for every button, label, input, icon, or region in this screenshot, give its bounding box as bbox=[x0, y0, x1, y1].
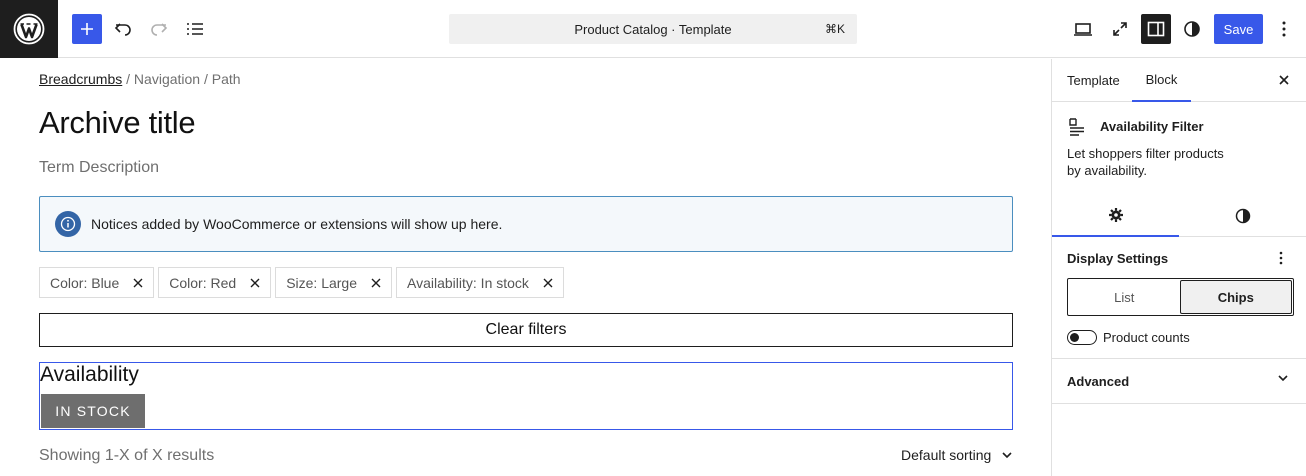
display-option-list[interactable]: List bbox=[1069, 280, 1180, 314]
active-filter-chip[interactable]: Availability: In stock bbox=[396, 267, 564, 298]
availability-filter-block[interactable]: Availability IN STOCK bbox=[39, 362, 1013, 430]
breadcrumb-link[interactable]: Breadcrumbs bbox=[39, 71, 122, 87]
sorting-value: Default sorting bbox=[901, 447, 992, 463]
device-preview-button[interactable] bbox=[1068, 14, 1098, 44]
block-name: Availability Filter bbox=[1100, 119, 1204, 134]
command-shortcut: ⌘K bbox=[824, 22, 845, 36]
product-counts-toggle[interactable] bbox=[1067, 330, 1097, 345]
styles-icon bbox=[1235, 208, 1250, 224]
advanced-panel-toggle[interactable]: Advanced bbox=[1052, 358, 1306, 404]
tab-styles[interactable] bbox=[1179, 195, 1306, 237]
sidebar-icon bbox=[1147, 21, 1165, 37]
store-notice[interactable]: Notices added by WooCommerce or extensio… bbox=[39, 196, 1013, 252]
close-sidebar-button[interactable] bbox=[1275, 71, 1293, 89]
active-filter-chip[interactable]: Color: Blue bbox=[39, 267, 155, 298]
display-settings-options-button[interactable] bbox=[1274, 249, 1288, 267]
save-button[interactable]: Save bbox=[1214, 14, 1263, 44]
tab-block[interactable]: Block bbox=[1132, 59, 1191, 102]
remove-filter-icon[interactable] bbox=[543, 278, 553, 288]
more-vertical-icon bbox=[1282, 21, 1286, 37]
document-title: Product Catalog · Template bbox=[574, 21, 732, 37]
active-filter-chip[interactable]: Color: Red bbox=[158, 267, 272, 298]
redo-icon bbox=[151, 23, 168, 36]
editor-canvas: Breadcrumbs / Navigation / Path Archive … bbox=[0, 59, 1051, 476]
display-settings-title: Display Settings bbox=[1067, 251, 1169, 266]
settings-sidebar: Template Block Availability Filter Let s… bbox=[1051, 59, 1306, 476]
command-palette-bar[interactable]: Product Catalog · Template ⌘K bbox=[449, 14, 857, 44]
active-filter-label: Size: Large bbox=[286, 274, 358, 291]
styles-icon bbox=[1184, 21, 1200, 37]
chevron-down-icon bbox=[1001, 451, 1013, 459]
availability-heading[interactable]: Availability bbox=[40, 363, 139, 387]
styles-button[interactable] bbox=[1177, 14, 1207, 44]
remove-filter-icon[interactable] bbox=[133, 278, 143, 288]
chevron-down-icon bbox=[1277, 374, 1289, 382]
toggle-knob bbox=[1070, 333, 1079, 342]
add-block-button[interactable] bbox=[72, 14, 102, 44]
tab-template[interactable]: Template bbox=[1067, 59, 1120, 102]
plus-icon bbox=[81, 23, 93, 35]
active-filters: Color: Blue Color: Red Size: Large Avail… bbox=[39, 267, 564, 298]
sorting-select[interactable]: Default sorting bbox=[901, 447, 1013, 463]
notice-text: Notices added by WooCommerce or extensio… bbox=[91, 216, 503, 232]
info-icon bbox=[55, 211, 81, 237]
term-description[interactable]: Term Description bbox=[39, 159, 159, 177]
block-description: Let shoppers filter products by availabi… bbox=[1067, 146, 1224, 178]
redo-button[interactable] bbox=[144, 14, 174, 44]
product-counts-label: Product counts bbox=[1103, 330, 1190, 345]
clear-filters-button[interactable]: Clear filters bbox=[39, 313, 1013, 347]
breadcrumb: Breadcrumbs / Navigation / Path bbox=[39, 71, 241, 87]
undo-button[interactable] bbox=[108, 14, 138, 44]
sidebar-tabs: Template Block bbox=[1052, 59, 1306, 102]
advanced-label: Advanced bbox=[1067, 374, 1130, 389]
gear-icon bbox=[1108, 208, 1123, 222]
undo-icon bbox=[114, 23, 131, 36]
settings-sidebar-toggle[interactable] bbox=[1141, 14, 1171, 44]
document-overview-button[interactable] bbox=[180, 14, 210, 44]
remove-filter-icon[interactable] bbox=[250, 278, 260, 288]
zoom-out-button[interactable] bbox=[1105, 14, 1135, 44]
filter-block-icon bbox=[1067, 117, 1087, 142]
desktop-icon bbox=[1074, 23, 1092, 36]
active-filter-label: Availability: In stock bbox=[407, 274, 529, 291]
block-inspector-tabs bbox=[1052, 195, 1306, 237]
active-filter-chip[interactable]: Size: Large bbox=[275, 267, 393, 298]
options-menu-button[interactable] bbox=[1270, 14, 1298, 44]
wordpress-logo-icon bbox=[13, 13, 45, 45]
editor-top-bar: Product Catalog · Template ⌘K Save bbox=[0, 0, 1306, 58]
tab-settings[interactable] bbox=[1052, 195, 1179, 237]
list-view-icon bbox=[187, 23, 203, 35]
close-icon bbox=[1279, 75, 1289, 85]
in-stock-chip[interactable]: IN STOCK bbox=[41, 394, 145, 428]
display-option-chips[interactable]: Chips bbox=[1179, 280, 1292, 314]
more-vertical-icon bbox=[1279, 251, 1283, 265]
fullscreen-icon bbox=[1113, 22, 1127, 36]
wordpress-logo[interactable] bbox=[0, 0, 58, 58]
active-filter-label: Color: Blue bbox=[50, 274, 120, 291]
results-count: Showing 1-X of X results bbox=[39, 447, 215, 464]
archive-title[interactable]: Archive title bbox=[39, 105, 196, 141]
active-filter-label: Color: Red bbox=[169, 274, 237, 291]
breadcrumb-path: / Navigation / Path bbox=[122, 71, 241, 87]
remove-filter-icon[interactable] bbox=[371, 278, 381, 288]
display-style-toggle-group: List Chips bbox=[1067, 278, 1294, 316]
